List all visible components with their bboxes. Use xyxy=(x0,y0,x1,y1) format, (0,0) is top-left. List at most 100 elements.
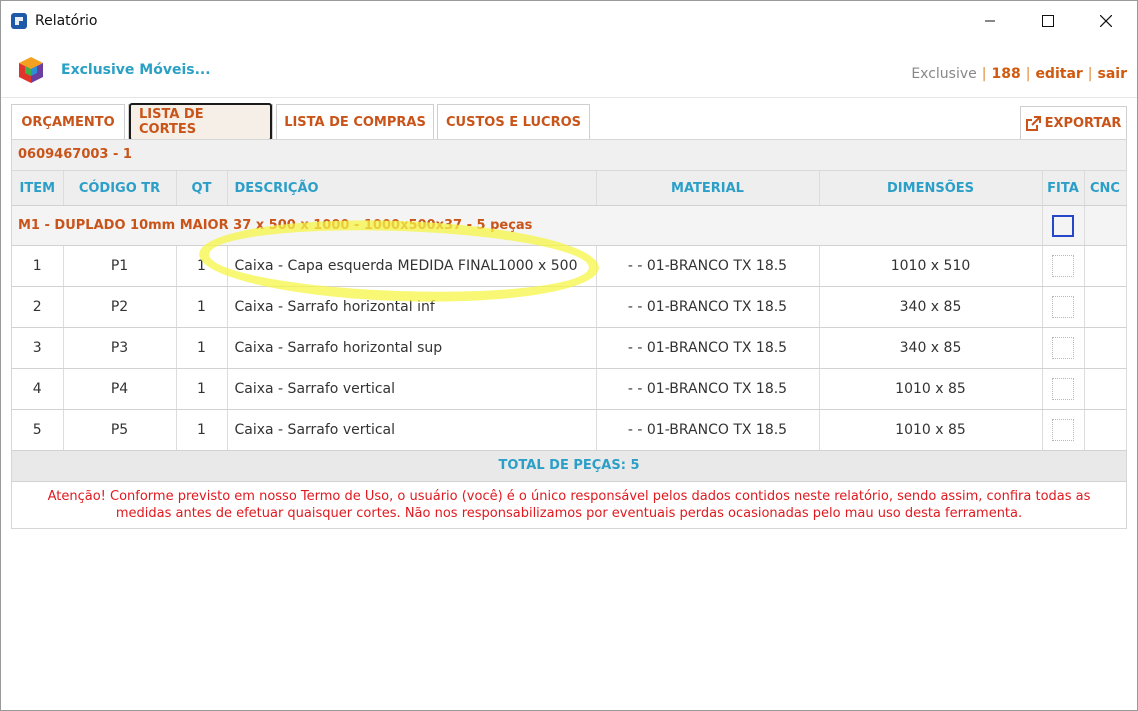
col-qt[interactable]: QT xyxy=(176,171,228,206)
separator: | xyxy=(1087,66,1093,82)
window-title: Relatório xyxy=(35,13,98,29)
cut-list: 0609467003 - 1 ITEM CÓDIGO TR QT DESCRIÇ… xyxy=(11,139,1127,529)
tab-custos-e-lucros[interactable]: CUSTOS E LUCROS xyxy=(437,104,590,139)
app-icon xyxy=(11,13,27,29)
group-label: M1 - DUPLADO 10mm MAIOR 37 x 500 x 1000 … xyxy=(12,205,1043,246)
cell-qt: 1 xyxy=(176,409,228,451)
maximize-button[interactable] xyxy=(1025,1,1071,41)
group-fita-cell[interactable] xyxy=(1042,205,1085,246)
cell-material: - - 01-BRANCO TX 18.5 xyxy=(596,368,820,410)
cell-desc: Caixa - Sarrafo vertical xyxy=(227,368,597,410)
tab-label: ORÇAMENTO xyxy=(21,114,115,130)
cell-cnc xyxy=(1084,327,1127,369)
fita-checkbox[interactable] xyxy=(1052,419,1074,441)
external-link-icon xyxy=(1025,115,1041,131)
total-pieces: TOTAL DE PEÇAS: 5 xyxy=(12,451,1126,482)
cell-material: - - 01-BRANCO TX 18.5 xyxy=(596,327,820,369)
company-name: Exclusive Móveis... xyxy=(61,62,211,78)
table-header-row: ITEM CÓDIGO TR QT DESCRIÇÃO MATERIAL DIM… xyxy=(12,171,1127,206)
col-desc[interactable]: DESCRIÇÃO xyxy=(227,171,597,206)
export-label: EXPORTAR xyxy=(1044,115,1122,131)
cell-fita[interactable] xyxy=(1042,245,1085,287)
cell-fita[interactable] xyxy=(1042,368,1085,410)
cell-dims: 1010 x 85 xyxy=(819,368,1043,410)
cell-dims: 1010 x 510 xyxy=(819,245,1043,287)
exit-link[interactable]: sair xyxy=(1098,66,1127,82)
title-bar: Relatório xyxy=(1,1,1137,41)
cell-item: 3 xyxy=(12,327,64,369)
table-row: 3 P3 1 Caixa - Sarrafo horizontal sup - … xyxy=(12,327,1127,369)
tab-lista-de-compras[interactable]: LISTA DE COMPRAS xyxy=(276,104,434,139)
cell-desc: Caixa - Sarrafo vertical xyxy=(227,409,597,451)
cell-cnc xyxy=(1084,245,1127,287)
tab-label: LISTA DE COMPRAS xyxy=(284,114,426,130)
group-row: M1 - DUPLADO 10mm MAIOR 37 x 500 x 1000 … xyxy=(12,205,1127,246)
cell-dims: 340 x 85 xyxy=(819,327,1043,369)
export-button[interactable]: EXPORTAR xyxy=(1020,106,1127,140)
cell-qt: 1 xyxy=(176,327,228,369)
edit-link[interactable]: editar xyxy=(1035,66,1082,82)
cell-fita[interactable] xyxy=(1042,286,1085,328)
table-row: 4 P4 1 Caixa - Sarrafo vertical - - 01-B… xyxy=(12,368,1127,410)
maximize-icon xyxy=(1042,15,1054,27)
cell-fita[interactable] xyxy=(1042,327,1085,369)
table-row: 5 P5 1 Caixa - Sarrafo vertical - - 01-B… xyxy=(12,409,1127,451)
tab-lista-de-cortes[interactable]: LISTA DE CORTES xyxy=(128,103,273,141)
project-code: 0609467003 - 1 xyxy=(12,140,1126,171)
group-label-rest: 37 x 500 x 1000 - 1000x500x37 - 5 peças xyxy=(233,218,533,233)
cell-cnc xyxy=(1084,286,1127,328)
cell-qt: 1 xyxy=(176,368,228,410)
cell-code: P4 xyxy=(63,368,177,410)
cell-cnc xyxy=(1084,368,1127,410)
cell-code: P2 xyxy=(63,286,177,328)
user-name: Exclusive xyxy=(911,66,977,82)
user-bar: Exclusive | 188 | editar | sair xyxy=(911,66,1127,82)
cell-dims: 1010 x 85 xyxy=(819,409,1043,451)
report-header: Exclusive Móveis... Exclusive | 188 | editar… xyxy=(1,41,1137,98)
report-window: Relatório Exclusive Móveis... Exclusive |… xyxy=(0,0,1138,711)
tab-orcamento[interactable]: ORÇAMENTO xyxy=(11,104,125,139)
user-count[interactable]: 188 xyxy=(991,66,1020,82)
tab-label: LISTA DE CORTES xyxy=(129,103,272,141)
cell-material: - - 01-BRANCO TX 18.5 xyxy=(596,286,820,328)
warning-text: Atenção! Conforme previsto em nosso Term… xyxy=(47,489,1091,521)
cell-code: P1 xyxy=(63,245,177,287)
cell-desc: Caixa - Capa esquerda MEDIDA FINAL1000 x… xyxy=(227,245,597,287)
cell-desc: Caixa - Sarrafo horizontal sup xyxy=(227,327,597,369)
col-code[interactable]: CÓDIGO TR xyxy=(63,171,177,206)
cell-item: 1 xyxy=(12,245,64,287)
col-fita[interactable]: FITA xyxy=(1042,171,1085,206)
cell-item: 5 xyxy=(12,409,64,451)
minimize-button[interactable] xyxy=(967,1,1013,41)
cut-list-table: ITEM CÓDIGO TR QT DESCRIÇÃO MATERIAL DIM… xyxy=(12,171,1127,451)
cell-code: P5 xyxy=(63,409,177,451)
cell-item: 2 xyxy=(12,286,64,328)
minimize-icon xyxy=(985,20,995,22)
separator: | xyxy=(981,66,987,82)
fita-checkbox[interactable] xyxy=(1052,296,1074,318)
close-button[interactable] xyxy=(1083,1,1129,41)
close-icon xyxy=(1100,15,1112,27)
col-cnc[interactable]: CNC xyxy=(1084,171,1127,206)
cell-item: 4 xyxy=(12,368,64,410)
col-material[interactable]: MATERIAL xyxy=(596,171,820,206)
table-row: 1 P1 1 Caixa - Capa esquerda MEDIDA FINA… xyxy=(12,245,1127,287)
cell-desc: Caixa - Sarrafo horizontal inf xyxy=(227,286,597,328)
cell-code: P3 xyxy=(63,327,177,369)
col-dims[interactable]: DIMENSÕES xyxy=(819,171,1043,206)
cube-logo-icon xyxy=(19,57,43,83)
cell-fita[interactable] xyxy=(1042,409,1085,451)
col-item[interactable]: ITEM xyxy=(12,171,64,206)
tab-label: CUSTOS E LUCROS xyxy=(445,114,581,130)
fita-checkbox[interactable] xyxy=(1052,214,1074,237)
report-panel: ORÇAMENTO LISTA DE CORTES LISTA DE COMPR… xyxy=(11,103,1127,529)
cell-qt: 1 xyxy=(176,286,228,328)
cell-cnc xyxy=(1084,409,1127,451)
cell-qt: 1 xyxy=(176,245,228,287)
group-label-main: M1 - DUPLADO 10mm MAIOR xyxy=(18,218,234,233)
fita-checkbox[interactable] xyxy=(1052,255,1074,277)
cell-material: - - 01-BRANCO TX 18.5 xyxy=(596,245,820,287)
fita-checkbox[interactable] xyxy=(1052,378,1074,400)
table-row: 2 P2 1 Caixa - Sarrafo horizontal inf - … xyxy=(12,286,1127,328)
fita-checkbox[interactable] xyxy=(1052,337,1074,359)
